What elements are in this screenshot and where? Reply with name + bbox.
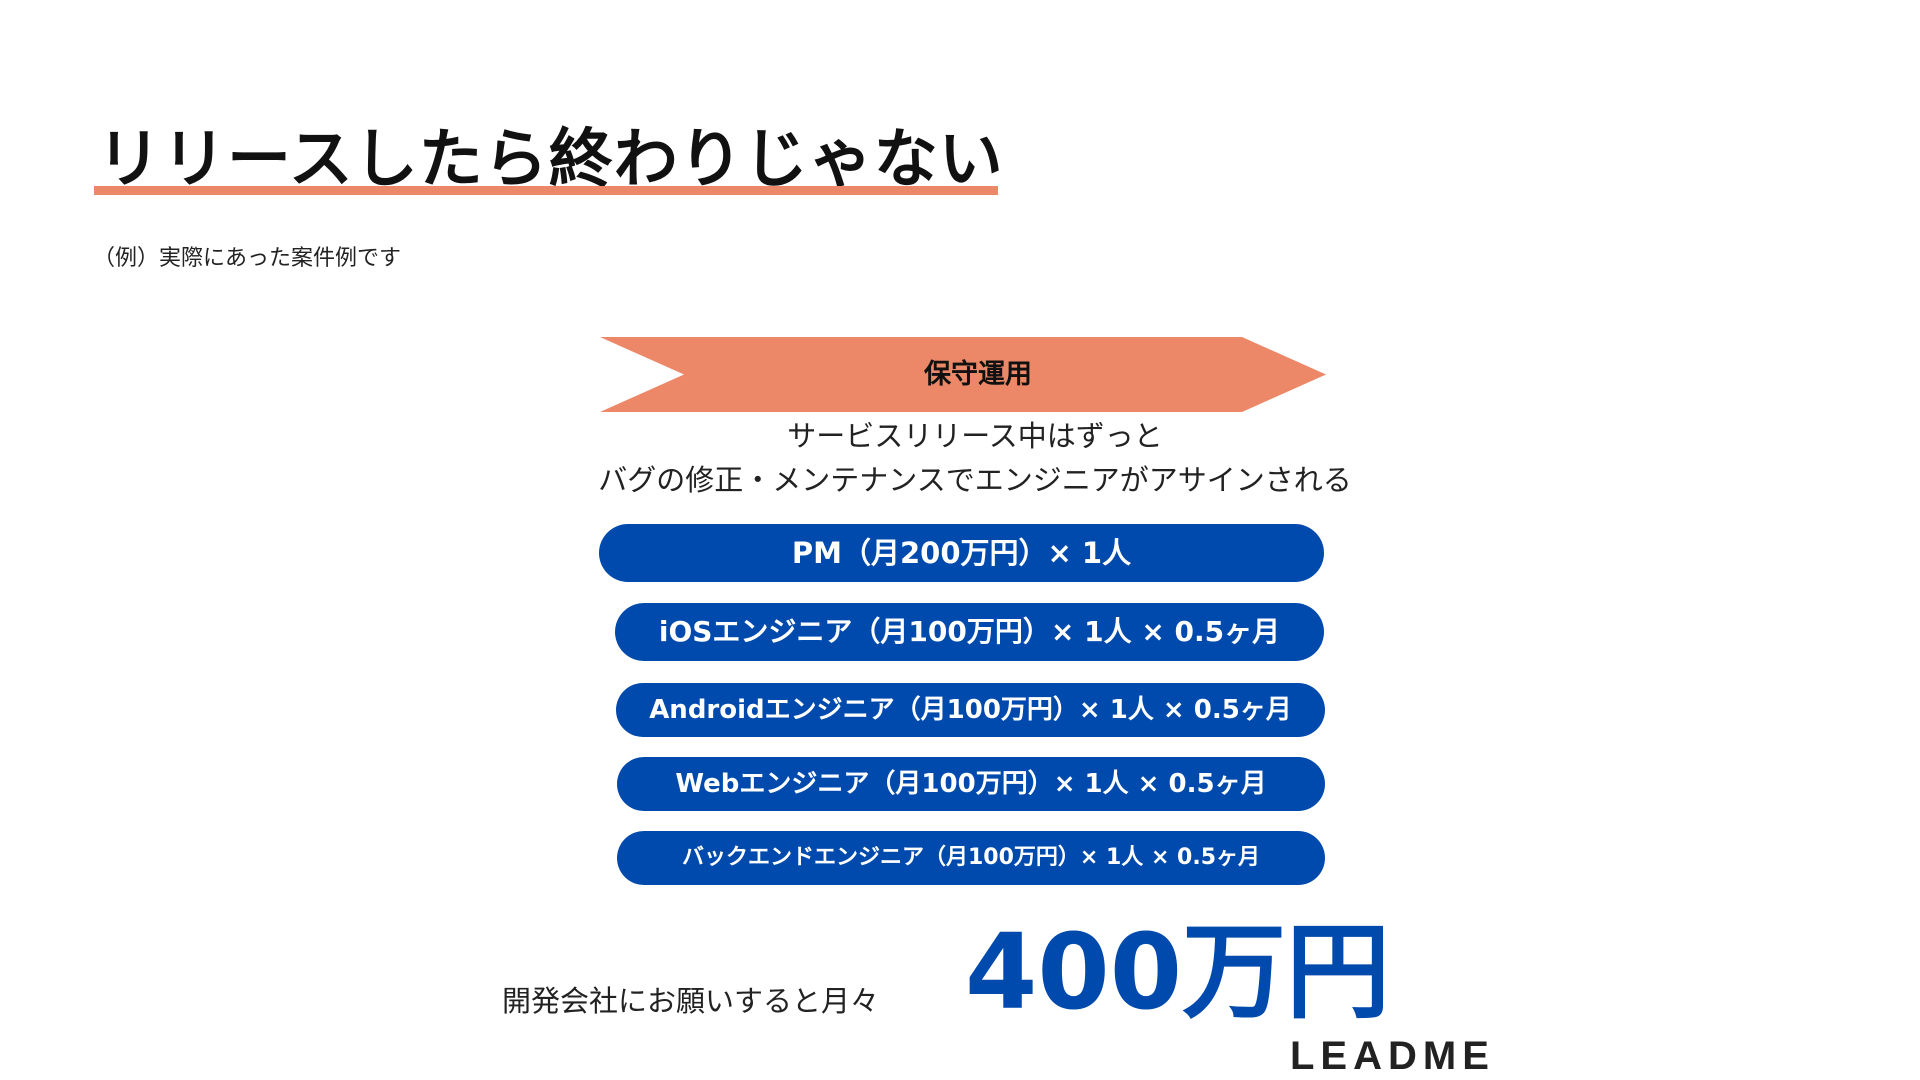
role-android-engineer: Androidエンジニア（月100万円）× 1人 × 0.5ヶ月 (616, 683, 1325, 737)
title-underline (94, 186, 998, 195)
maintenance-description: サービスリリース中はずっと バグの修正・メンテナンスでエンジニアがアサインされる (460, 414, 1490, 502)
role-backend-engineer: バックエンドエンジニア（月100万円）× 1人 × 0.5ヶ月 (617, 831, 1325, 885)
leadme-logo: LEADME (1290, 1034, 1495, 1078)
description-line-1: サービスリリース中はずっと (787, 419, 1163, 453)
monthly-cost-amount: 400万円 (965, 911, 1391, 1033)
monthly-cost-label: 開発会社にお願いすると月々 (502, 984, 880, 1018)
example-note: （例）実際にあった案件例です (93, 246, 402, 271)
role-web-engineer: Webエンジニア（月100万円）× 1人 × 0.5ヶ月 (617, 757, 1325, 811)
phase-label: 保守運用 (924, 359, 1032, 390)
description-line-2: バグの修正・メンテナンスでエンジニアがアサインされる (598, 463, 1352, 497)
role-pm: PM（月200万円）× 1人 (599, 524, 1324, 582)
role-ios-engineer: iOSエンジニア（月100万円）× 1人 × 0.5ヶ月 (615, 603, 1324, 661)
slide: リリースしたら終わりじゃない （例）実際にあった案件例です 保守運用 サービスリ… (0, 0, 1920, 1080)
phase-arrow: 保守運用 (600, 337, 1326, 412)
